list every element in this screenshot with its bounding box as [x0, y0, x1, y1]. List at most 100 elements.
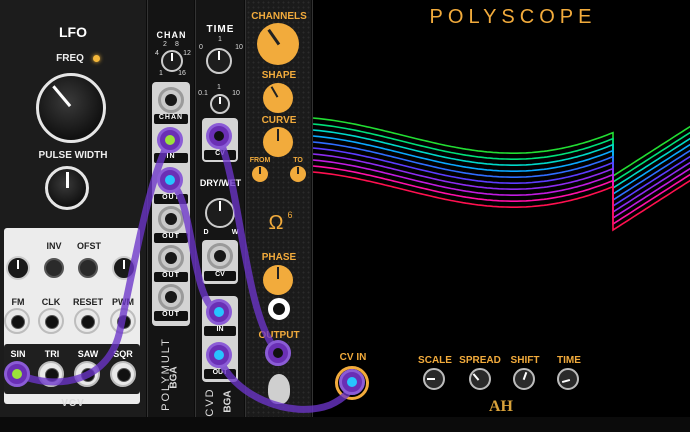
- saw-output-jack[interactable]: [74, 361, 100, 387]
- scale-label: SCALE: [418, 355, 452, 366]
- shape-knob[interactable]: [263, 83, 293, 113]
- time-tick-b10: 10: [232, 90, 240, 97]
- cvd-in-label: IN: [216, 326, 224, 333]
- cvd-time-cv-plug[interactable]: [206, 123, 232, 149]
- cvd-in-plug[interactable]: [206, 299, 232, 325]
- polymult-in-label: IN: [166, 153, 176, 160]
- chan-tick-1: 1: [159, 70, 163, 77]
- polymult-out-jack-3[interactable]: [158, 245, 184, 271]
- time-range-knob[interactable]: [206, 48, 232, 74]
- shape-label: SHAPE: [261, 70, 297, 81]
- time-fine-indicator: [219, 97, 221, 104]
- tri-output-jack[interactable]: [38, 361, 64, 387]
- polyscope-title: POLYSCOPE: [429, 6, 597, 28]
- pulse-width-knob[interactable]: [45, 166, 89, 210]
- sqr-label: SQR: [113, 349, 133, 359]
- polymult-module: CHAN 2 4 8 12 1 16 CHAN IN OUT OUT OUT O…: [147, 0, 194, 417]
- polymult-chan-plug[interactable]: [157, 127, 183, 153]
- time-tick-b1: 1: [217, 84, 221, 91]
- cvd-name: CVD: [204, 387, 216, 417]
- scope-cv-in-plug[interactable]: [339, 369, 365, 395]
- spread-label: SPREAD: [459, 355, 501, 366]
- time-tick-a0: 0: [199, 44, 203, 51]
- curve-knob[interactable]: [263, 127, 293, 157]
- phase-cv-jack-hole: [273, 303, 285, 315]
- inv-label: INV: [46, 241, 62, 251]
- chan-knob[interactable]: [161, 50, 183, 72]
- spread-indicator: [472, 373, 480, 381]
- lfo-module: LFO FREQ PULSE WIDTH INV OFST FM CLK RES…: [0, 0, 146, 417]
- time-label: TIME: [206, 24, 235, 35]
- ofst-button[interactable]: [78, 258, 98, 278]
- scope-display: [313, 117, 690, 232]
- chan-label: CHAN: [156, 30, 187, 40]
- time-tick-a1: 1: [218, 36, 222, 43]
- dry-label: D: [203, 229, 209, 236]
- pwm-attenuator-indicator: [123, 260, 125, 269]
- omega-superscript: 6: [287, 210, 293, 220]
- omega-logo-bird: [268, 374, 290, 404]
- from-indicator: [259, 167, 261, 174]
- polyscope-module: POLYSCOPE CV IN SCALE SPREAD SHIFT TIME …: [312, 0, 690, 417]
- inv-button[interactable]: [44, 258, 64, 278]
- channels-indicator: [267, 28, 281, 46]
- freq-knob[interactable]: [36, 73, 106, 143]
- scale-knob[interactable]: [423, 368, 445, 390]
- chan-tick-2: 2: [163, 41, 167, 48]
- omega-symbol: Ω: [268, 212, 284, 234]
- channels-knob[interactable]: [257, 23, 299, 65]
- cvd-brand: BGA: [222, 390, 234, 413]
- reset-input-jack[interactable]: [74, 308, 100, 334]
- freq-knob-indicator: [52, 85, 72, 108]
- ofst-label: OFST: [77, 241, 101, 251]
- pulse-width-label: PULSE WIDTH: [38, 150, 108, 161]
- shift-label: SHIFT: [510, 355, 540, 366]
- chan-tick-16: 16: [178, 70, 186, 77]
- shift-indicator: [522, 371, 528, 381]
- time-fine-knob[interactable]: [210, 94, 230, 114]
- time-knob-indicator: [561, 378, 571, 384]
- phase-cv-jack[interactable]: [268, 298, 290, 320]
- phase-indicator: [277, 267, 279, 279]
- polymult-brand: BGA: [168, 366, 180, 389]
- drywet-cv-jack[interactable]: [207, 243, 233, 269]
- fm-input-jack[interactable]: [4, 308, 30, 334]
- sin-label: SIN: [10, 349, 26, 359]
- drywet-label: DRY/WET: [199, 178, 242, 188]
- cvd-out-plug[interactable]: [206, 342, 232, 368]
- to-knob[interactable]: [290, 166, 306, 182]
- lfo-title: LFO: [59, 24, 87, 40]
- time-knob[interactable]: [557, 368, 579, 390]
- from-knob[interactable]: [252, 166, 268, 182]
- scale-indicator: [427, 378, 435, 380]
- chan-cv-jack[interactable]: [158, 87, 184, 113]
- pwm-attenuator-knob[interactable]: [112, 256, 136, 280]
- sin-output-plug[interactable]: [4, 361, 30, 387]
- shift-knob[interactable]: [513, 368, 535, 390]
- curve-indicator: [277, 129, 279, 141]
- pulse-width-indicator: [66, 172, 69, 188]
- freq-light: [93, 55, 100, 62]
- pwm-input-jack[interactable]: [110, 308, 136, 334]
- to-label: TO: [293, 157, 303, 164]
- drywet-knob[interactable]: [205, 198, 235, 228]
- polymult-out-jack-2[interactable]: [158, 206, 184, 232]
- drywet-cv-label: CV: [215, 271, 225, 278]
- omega-output-plug[interactable]: [265, 340, 291, 366]
- polymult-out-plug-1[interactable]: [157, 167, 183, 193]
- fm-attenuator-knob[interactable]: [6, 256, 30, 280]
- phase-label: PHASE: [261, 252, 297, 263]
- to-indicator: [297, 167, 299, 174]
- time-tick-b01: 0.1: [198, 90, 208, 97]
- time-range-indicator: [218, 51, 220, 60]
- phase-knob[interactable]: [263, 265, 293, 295]
- sqr-output-jack[interactable]: [110, 361, 136, 387]
- ah-logo: AH: [489, 398, 513, 415]
- chan-knob-indicator: [171, 53, 173, 61]
- clk-input-jack[interactable]: [38, 308, 64, 334]
- clk-label: CLK: [41, 297, 61, 307]
- fm-label: FM: [11, 297, 25, 307]
- polymult-out-jack-4[interactable]: [158, 284, 184, 310]
- spread-knob[interactable]: [469, 368, 491, 390]
- reset-label: RESET: [72, 297, 103, 307]
